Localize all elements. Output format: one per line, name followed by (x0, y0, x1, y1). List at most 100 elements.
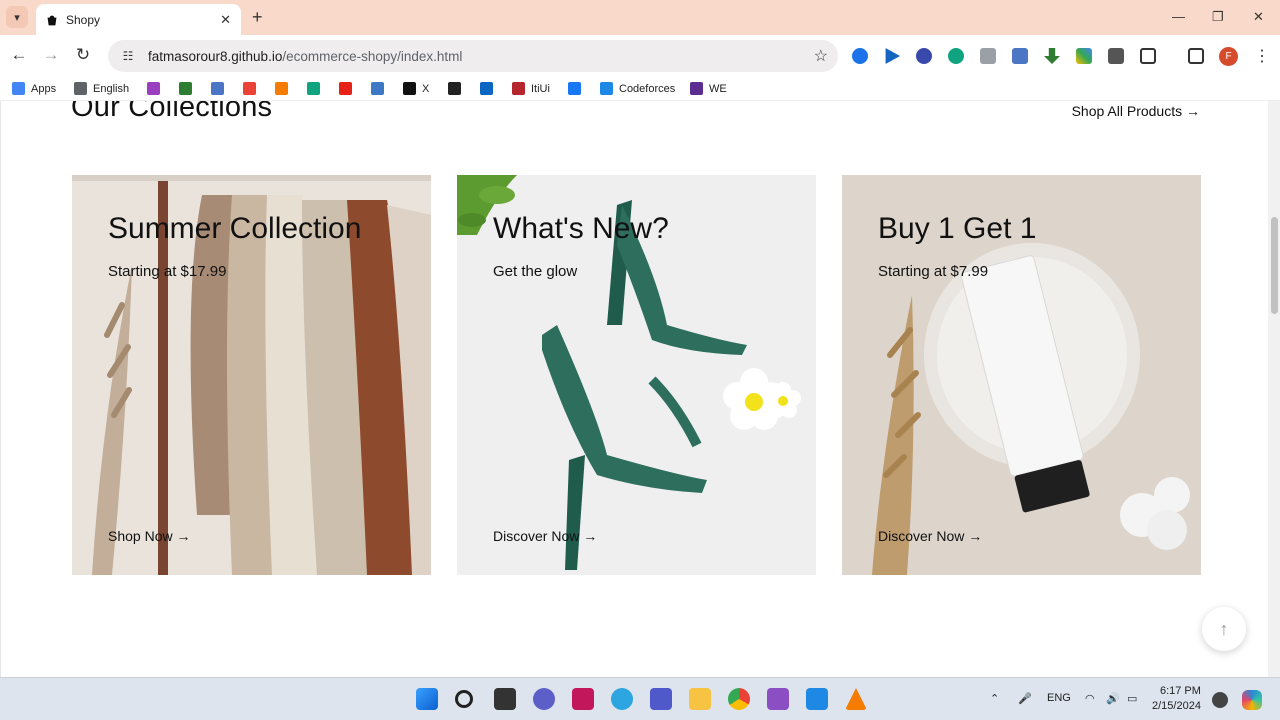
shop-now-link[interactable]: Shop Now → (108, 528, 190, 544)
extension-qr-icon[interactable] (1108, 48, 1124, 64)
card-summer-collection[interactable]: Summer Collection Starting at $17.99 Sho… (72, 175, 431, 575)
bookmark-item[interactable] (568, 82, 587, 95)
bookmark-item[interactable] (211, 82, 230, 95)
url-path: /ecommerce-shopy/index.html (282, 48, 463, 64)
back-icon[interactable]: ← (8, 45, 30, 65)
bookmark-icon (243, 82, 256, 95)
notification-bell-icon[interactable] (1212, 692, 1228, 708)
microphone-icon[interactable]: 🎤 (1018, 692, 1032, 705)
chrome-icon[interactable] (728, 688, 750, 710)
windows-start-icon[interactable] (416, 688, 438, 710)
bookmark-item[interactable] (275, 82, 294, 95)
close-window-icon[interactable]: ✕ (1253, 9, 1264, 25)
bookmark-item[interactable]: ItiUi (512, 82, 550, 95)
discover-now-link[interactable]: Discover Now → (878, 528, 982, 544)
teams-icon[interactable] (650, 688, 672, 710)
scrollbar-thumb[interactable] (1271, 217, 1278, 314)
extension-colorful-icon[interactable] (1076, 48, 1092, 64)
bookmark-icon (339, 82, 352, 95)
task-view-icon[interactable] (494, 688, 516, 710)
bookmark-icon (512, 82, 525, 95)
card-heading: What's New? (493, 212, 669, 245)
bookmark-item[interactable] (307, 82, 326, 95)
bookmark-item[interactable] (371, 82, 390, 95)
tab-title: Shopy (66, 12, 101, 27)
bookmark-icon (568, 82, 581, 95)
bookmark-label: Codeforces (619, 82, 676, 95)
site-info-icon[interactable]: ☷ (118, 46, 138, 66)
battery-icon[interactable]: ▭ (1127, 692, 1137, 705)
visual-studio-icon[interactable] (767, 688, 789, 710)
card-whats-new[interactable]: What's New? Get the glow Discover Now → (457, 175, 816, 575)
bookmark-item[interactable] (339, 82, 358, 95)
bookmark-item[interactable]: WE (690, 82, 727, 95)
bookmark-item[interactable] (480, 82, 499, 95)
bookmark-icon (12, 82, 25, 95)
bookmark-item[interactable] (243, 82, 262, 95)
chat-icon[interactable] (533, 688, 555, 710)
extension-face-icon[interactable] (916, 48, 932, 64)
card-subtitle: Get the glow (493, 263, 578, 280)
bookmark-icon (147, 82, 160, 95)
vertical-scrollbar[interactable] (1268, 101, 1280, 677)
reload-icon[interactable]: ↻ (72, 45, 94, 65)
tab-search-button[interactable]: ▾ (6, 6, 28, 28)
menu-kebab-icon[interactable]: ⋮ (1254, 46, 1270, 66)
tab-shopy[interactable]: Shopy ✕ (36, 4, 241, 35)
restore-icon[interactable]: ❐ (1212, 9, 1224, 25)
page-viewport: Our Collections Shop All Products → Summ… (0, 101, 1268, 677)
bookmark-label: WE (709, 82, 727, 95)
copilot-icon[interactable] (1242, 690, 1262, 710)
clock[interactable]: 6:17 PM 2/15/2024 (1152, 684, 1201, 714)
extension-play-icon[interactable] (885, 48, 900, 64)
language-indicator[interactable]: ENG (1047, 692, 1071, 704)
card-subtitle: Starting at $17.99 (108, 263, 227, 280)
snipping-tool-icon[interactable] (572, 688, 594, 710)
bookmark-item[interactable]: Codeforces (600, 82, 675, 95)
bookmark-icon (275, 82, 288, 95)
bookmark-label: Apps (31, 82, 57, 95)
extension-translate-icon[interactable] (1012, 48, 1028, 64)
url-host: fatmasorour8.github.io (148, 48, 283, 64)
bookmark-label: X (422, 82, 430, 95)
section-title: Our Collections (71, 101, 273, 123)
forward-icon[interactable]: → (40, 45, 62, 65)
extension-camera-icon[interactable] (980, 48, 996, 64)
extension-download-icon[interactable] (1044, 48, 1060, 64)
discover-now-link[interactable]: Discover Now → (493, 528, 597, 544)
bookmark-icon (371, 82, 384, 95)
extensions-puzzle-icon[interactable] (1140, 48, 1156, 64)
bookmark-item[interactable]: X (403, 82, 429, 95)
address-bar[interactable]: ☷ fatmasorour8.github.io/ecommerce-shopy… (108, 40, 838, 72)
vscode-icon[interactable] (806, 688, 828, 710)
vlc-icon[interactable] (845, 688, 867, 710)
bookmark-star-icon[interactable]: ☆ (814, 46, 828, 66)
volume-icon[interactable]: 🔊 (1106, 692, 1120, 705)
telegram-icon[interactable] (611, 688, 633, 710)
profile-avatar[interactable]: F (1219, 47, 1238, 66)
bookmark-item[interactable]: Apps (12, 82, 56, 95)
side-panel-icon[interactable] (1188, 48, 1204, 64)
show-hidden-icons-icon[interactable]: ⌃ (990, 692, 999, 705)
file-explorer-icon[interactable] (689, 688, 711, 710)
card-buy-1-get-1[interactable]: Buy 1 Get 1 Starting at $7.99 Discover N… (842, 175, 1201, 575)
time: 6:17 PM (1159, 685, 1201, 697)
bookmark-icon (179, 82, 192, 95)
extension-grammarly-icon[interactable] (852, 48, 868, 64)
shop-all-products-link[interactable]: Shop All Products → (1072, 103, 1200, 119)
bookmark-item[interactable] (147, 82, 166, 95)
extension-chatgpt-icon[interactable] (948, 48, 964, 64)
bookmark-item[interactable]: English (74, 82, 129, 95)
bookmark-icon (211, 82, 224, 95)
bookmark-item[interactable] (179, 82, 198, 95)
bookmark-item[interactable] (448, 82, 467, 95)
wifi-icon[interactable]: ◠ (1085, 692, 1095, 705)
back-to-top-button[interactable]: ↑ (1202, 607, 1246, 651)
bookmark-label: English (93, 82, 130, 95)
browser-toolbar: ← → ↻ ☷ fatmasorour8.github.io/ecommerce… (0, 35, 1280, 77)
minimize-icon[interactable]: — (1172, 9, 1185, 24)
card-heading: Summer Collection (108, 212, 362, 245)
search-icon[interactable] (455, 690, 473, 708)
close-tab-icon[interactable]: ✕ (220, 12, 231, 28)
new-tab-button[interactable]: + (252, 7, 263, 27)
